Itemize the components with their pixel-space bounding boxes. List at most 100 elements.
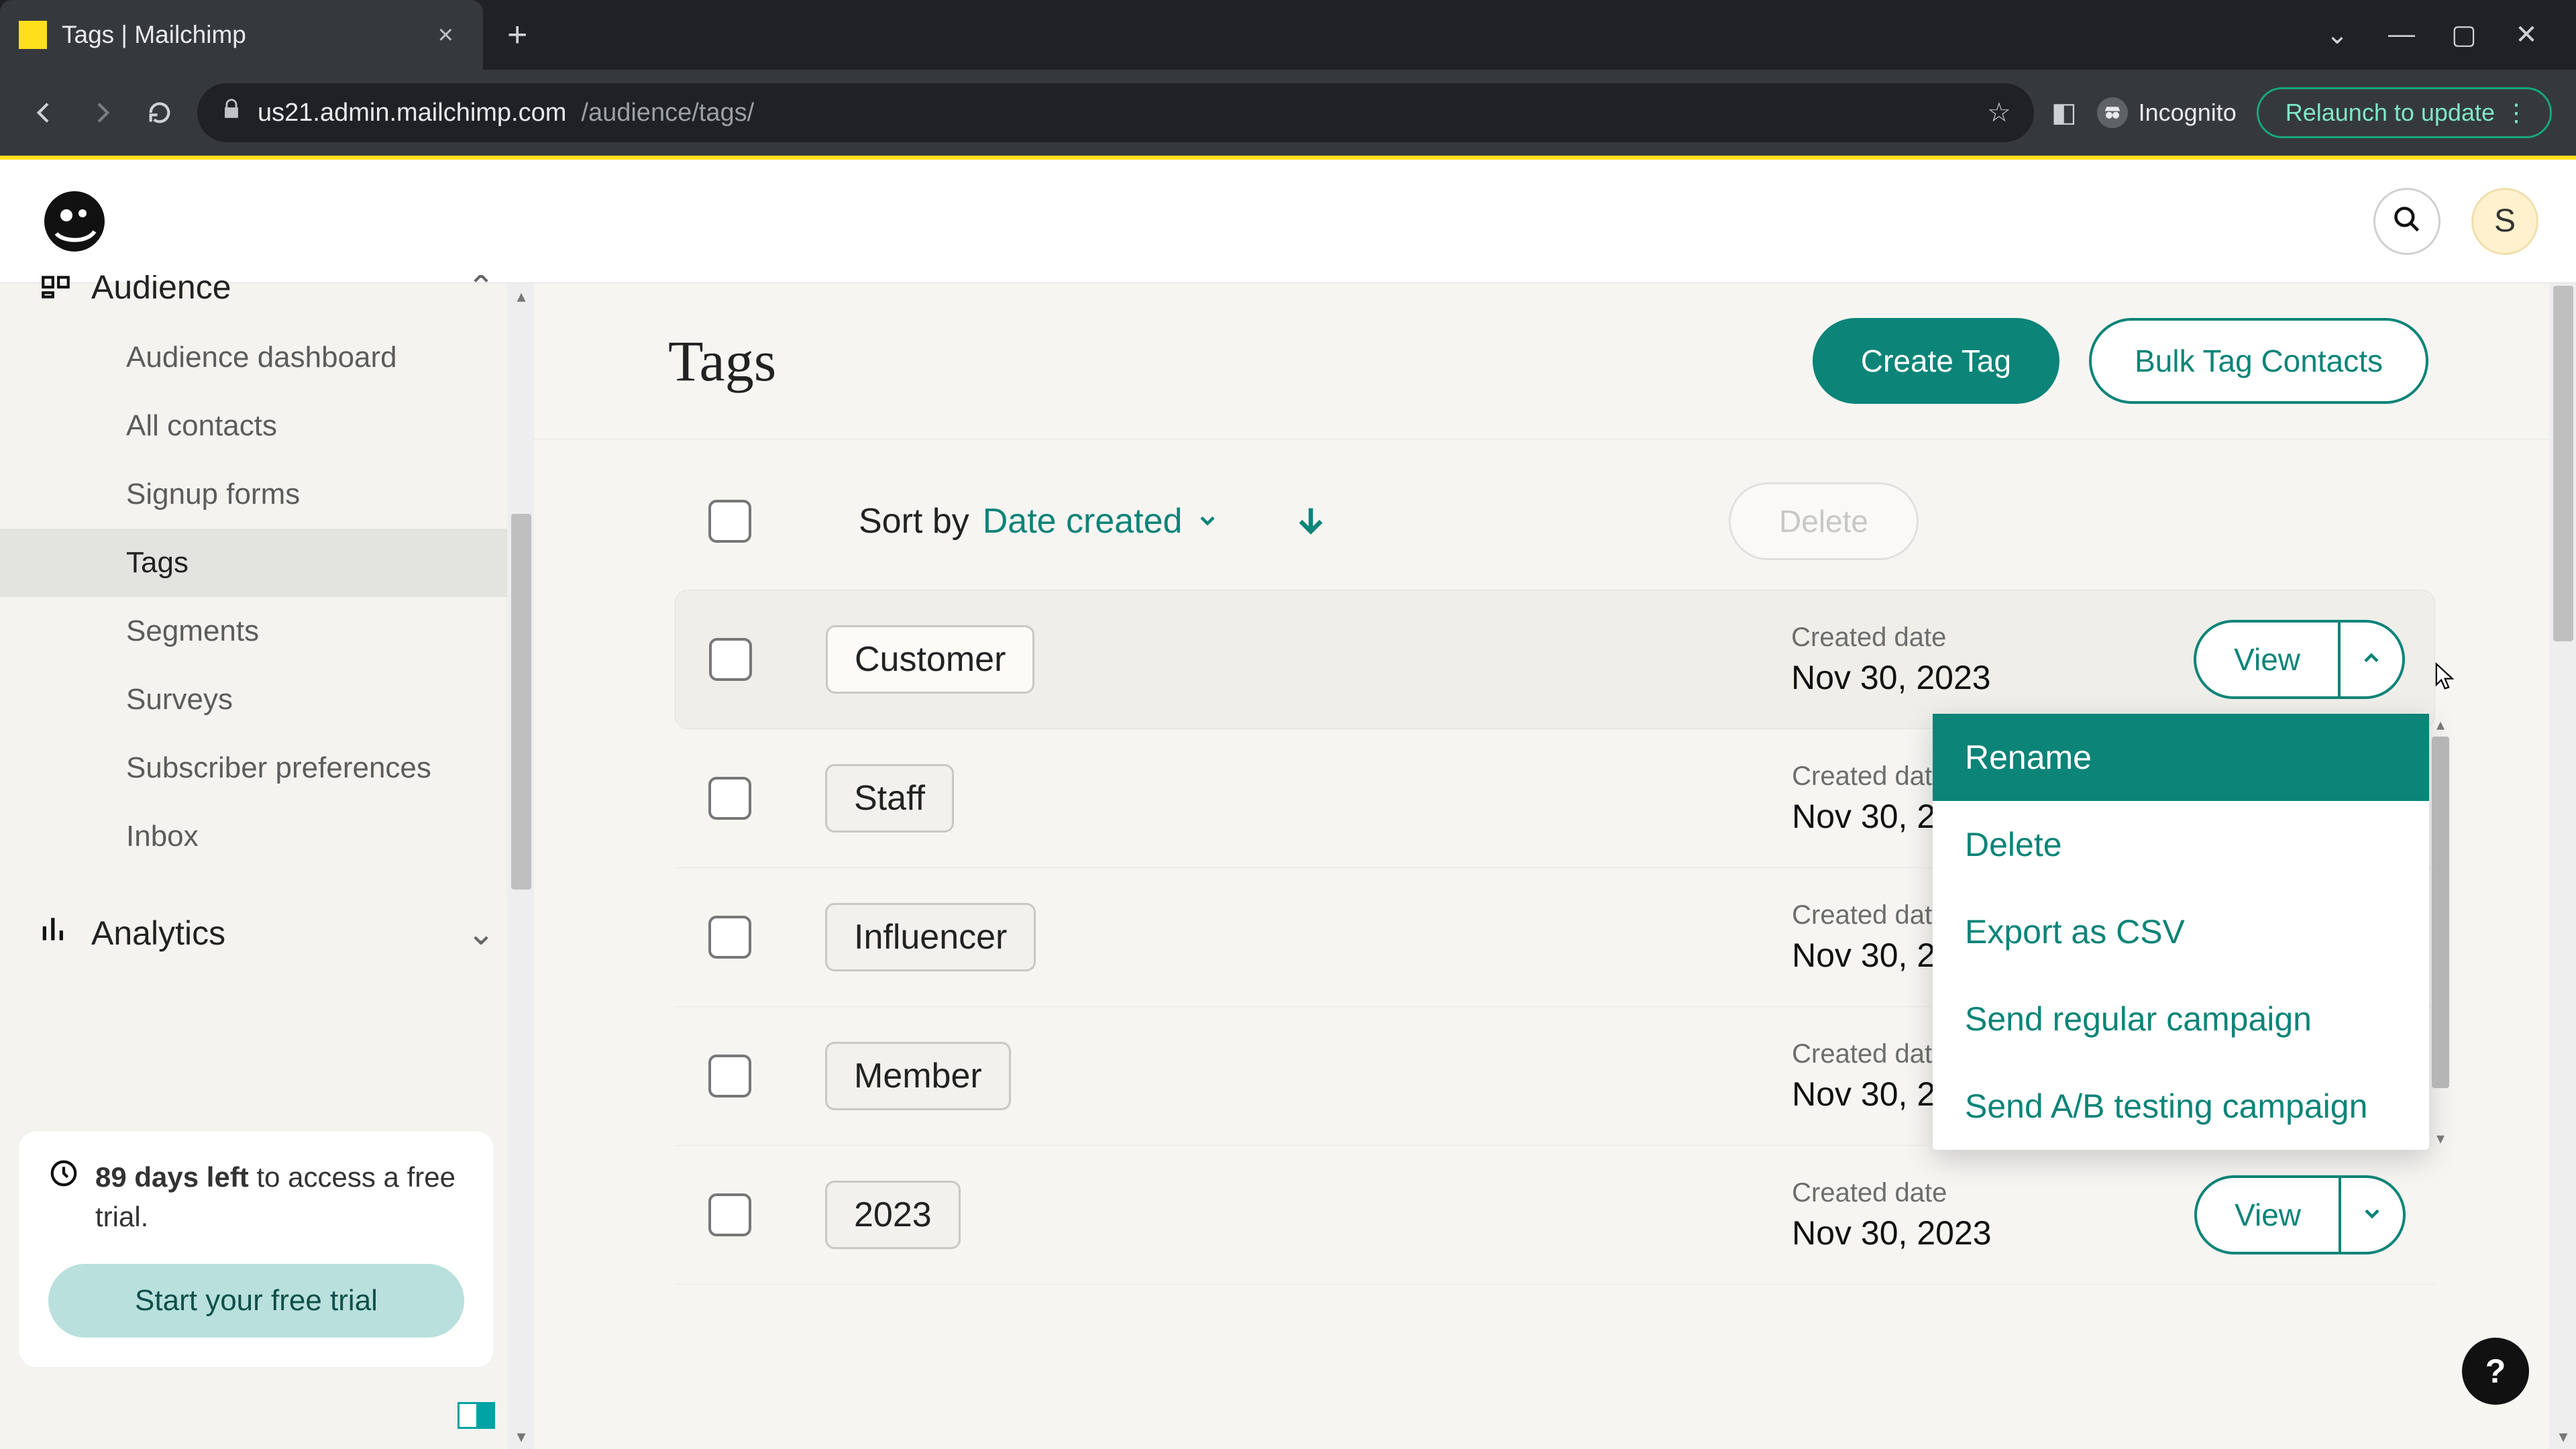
incognito-indicator[interactable]: Incognito [2097,97,2237,128]
back-button[interactable] [24,93,64,133]
sidebar: Audience ⌃ Audience dashboardAll contact… [0,283,534,1449]
sidebar-scrollbar[interactable]: ▴ ▾ [507,283,534,1449]
view-button[interactable]: View [2196,623,2338,696]
list-toolbar: Sort by Date created Delete [534,439,2576,576]
tag-name-chip[interactable]: 2023 [825,1181,961,1249]
start-trial-label: Start your free trial [135,1284,378,1318]
window-controls: ⌄ ― ▢ ✕ [2325,19,2576,50]
scroll-thumb[interactable] [2553,286,2573,641]
tab-title: Tags | Mailchimp [62,21,423,49]
main-content: Tags Create Tag Bulk Tag Contacts Sort b… [534,283,2576,1449]
trial-text: 89 days left to access a free trial. [95,1158,464,1237]
cursor-pointer-icon [2428,661,2457,694]
view-split-button[interactable]: View [2194,620,2405,699]
url-path: /audience/tags/ [581,99,754,127]
view-dropdown-toggle[interactable] [2339,1178,2403,1252]
sidebar-item-surveys[interactable]: Surveys [0,665,534,734]
sidebar-item-audience-dashboard[interactable]: Audience dashboard [0,323,534,392]
menu-item-send-a-b-testing-campaign[interactable]: Send A/B testing campaign [1933,1063,2429,1150]
scroll-thumb[interactable] [2432,737,2449,1088]
analytics-icon [39,912,72,954]
create-tag-button[interactable]: Create Tag [1813,318,2059,404]
reload-button[interactable] [140,93,180,133]
incognito-icon [2097,97,2128,128]
audience-icon [39,275,72,299]
view-dropdown-toggle[interactable] [2338,623,2402,696]
sidebar-item-subscriber-preferences[interactable]: Subscriber preferences [0,734,534,802]
tag-name-chip[interactable]: Influencer [825,903,1036,971]
page-header: Tags Create Tag Bulk Tag Contacts [534,283,2576,439]
bookmark-star-icon[interactable]: ☆ [1987,97,2011,128]
relaunch-label: Relaunch to update [2286,99,2495,127]
row-checkbox[interactable] [708,777,751,820]
scroll-down-icon[interactable]: ▾ [2432,1129,2449,1148]
minimize-icon[interactable]: ― [2388,19,2412,50]
sidebar-item-tags[interactable]: Tags [0,529,534,597]
scroll-down-icon[interactable]: ▾ [511,1426,531,1446]
url-input[interactable]: us21.admin.mailchimp.com/audience/tags/ … [197,83,2034,142]
browser-tab[interactable]: Tags | Mailchimp × [0,0,483,70]
created-date-label: Created date [1791,623,2140,653]
sidebar-item-all-contacts[interactable]: All contacts [0,392,534,460]
tag-name-chip[interactable]: Customer [826,625,1034,694]
relaunch-button[interactable]: Relaunch to update ⋮ [2257,87,2552,138]
forward-button[interactable] [82,93,122,133]
menu-scrollbar[interactable]: ▴▾ [2429,714,2449,1150]
sidebar-item-signup-forms[interactable]: Signup forms [0,460,534,529]
menu-item-send-regular-campaign[interactable]: Send regular campaign [1933,975,2429,1063]
mailchimp-logo-icon[interactable] [38,184,111,258]
row-checkbox[interactable] [708,1055,751,1097]
sort-direction-button[interactable] [1293,502,1328,541]
question-icon: ? [2485,1352,2506,1391]
search-button[interactable] [2373,188,2440,255]
view-button[interactable]: View [2197,1178,2339,1252]
delete-selected-button[interactable]: Delete [1729,482,1919,560]
row-checkbox[interactable] [708,1193,751,1236]
tag-name-chip[interactable]: Staff [825,764,954,833]
extensions-icon[interactable]: ◧ [2051,97,2077,128]
menu-item-export-as-csv[interactable]: Export as CSV [1933,888,2429,975]
sort-button[interactable]: Sort by Date created [859,501,1220,541]
sidebar-item-segments[interactable]: Segments [0,597,534,665]
help-fab-button[interactable]: ? [2462,1338,2529,1405]
scroll-up-icon[interactable]: ▴ [2432,715,2449,735]
tag-name-chip[interactable]: Member [825,1042,1011,1110]
row-checkbox[interactable] [708,916,751,959]
menu-item-delete[interactable]: Delete [1933,801,2429,888]
tag-meta: Created date Nov 30, 2023 [1791,623,2140,697]
maximize-icon[interactable]: ▢ [2451,19,2475,50]
main-scrollbar[interactable]: ▴ ▾ [2549,283,2576,1449]
app-header: S [0,160,2576,283]
chevron-down-icon [2360,1201,2384,1229]
app-frame: Audience ⌃ Audience dashboardAll contact… [0,283,2576,1449]
sidebar-section-analytics[interactable]: Analytics ⌄ [0,895,534,971]
chevron-up-icon [2359,646,2383,674]
close-tab-icon[interactable]: × [438,21,453,48]
sidebar-item-inbox[interactable]: Inbox [0,802,534,871]
created-date-value: Nov 30, 2023 [1791,658,2140,697]
start-trial-button[interactable]: Start your free trial [48,1264,464,1338]
user-avatar[interactable]: S [2471,188,2538,255]
sidebar-section-audience[interactable]: Audience ⌃ [0,275,534,299]
trial-card: 89 days left to access a free trial. Sta… [19,1131,494,1367]
scroll-down-icon[interactable]: ▾ [2553,1426,2573,1446]
address-bar: us21.admin.mailchimp.com/audience/tags/ … [0,70,2576,156]
tags-list: Customer Created date Nov 30, 2023 View Rena… [534,576,2576,1285]
tag-row: 2023Created dateNov 30, 2023View [675,1146,2435,1285]
menu-item-rename[interactable]: Rename [1933,714,2429,801]
menu-dots-icon: ⋮ [2504,99,2528,127]
search-icon [2392,205,2422,237]
tab-search-icon[interactable]: ⌄ [2325,19,2349,50]
bulk-tag-contacts-button[interactable]: Bulk Tag Contacts [2089,318,2428,404]
scroll-up-icon[interactable]: ▴ [511,286,531,306]
select-all-checkbox[interactable] [708,500,751,543]
sidebar-analytics-label: Analytics [91,914,225,953]
new-tab-button[interactable]: + [483,15,551,55]
sort-prefix: Sort by [859,501,969,541]
close-window-icon[interactable]: ✕ [2514,19,2538,50]
view-split-button[interactable]: View [2194,1175,2406,1254]
sidebar-resize-handle-icon[interactable] [458,1402,495,1429]
row-checkbox[interactable] [709,638,752,681]
scroll-thumb[interactable] [511,514,531,890]
tag-row: CustomerCreated dateNov 30, 2023ViewRena… [675,590,2435,729]
